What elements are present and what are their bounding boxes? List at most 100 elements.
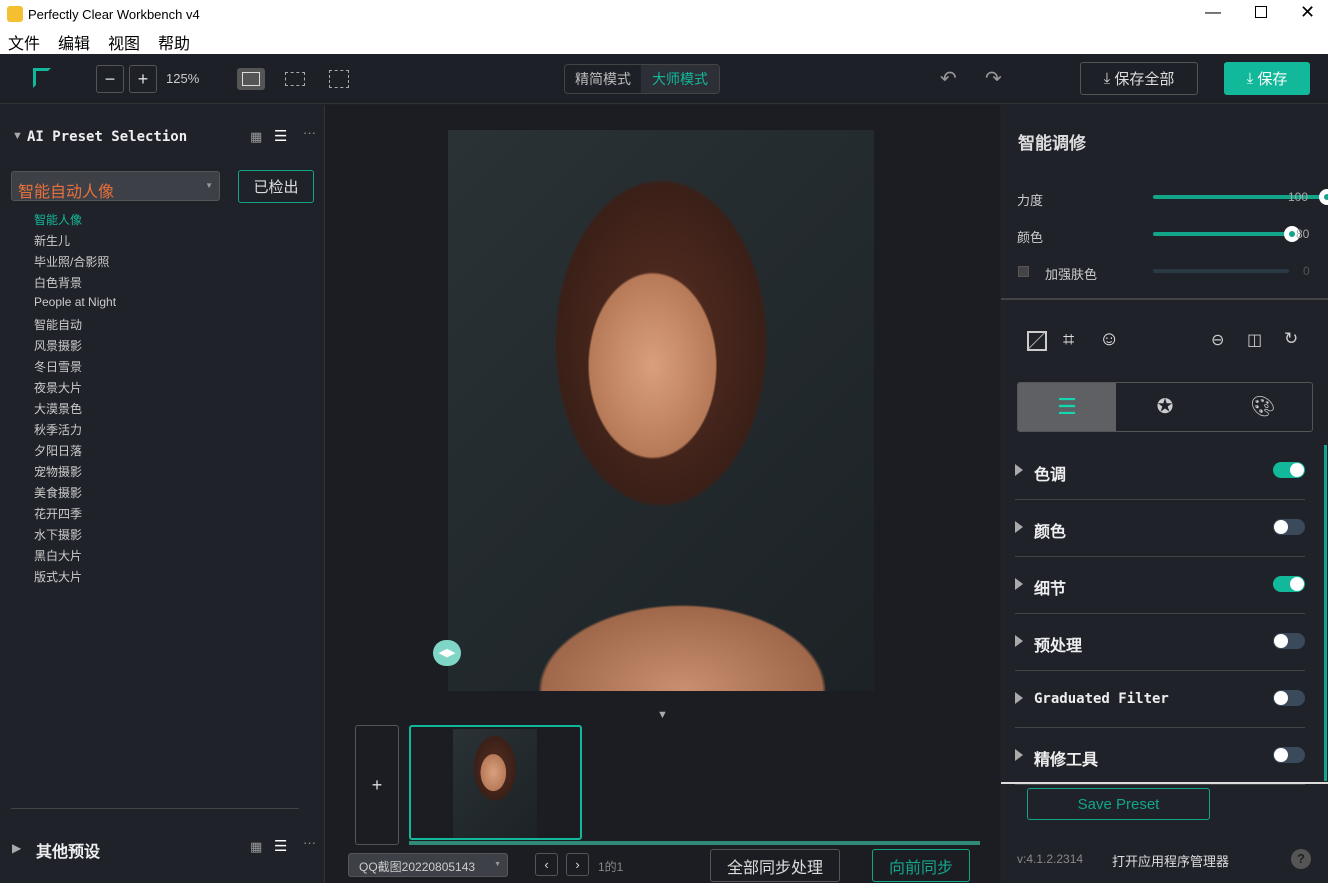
section-4[interactable]: Graduated Filter [1015, 671, 1305, 728]
skin-checkbox[interactable] [1018, 266, 1029, 277]
zoom-out-button[interactable]: − [96, 65, 124, 93]
preset-item[interactable]: 水下摄影 [34, 526, 82, 543]
menu-view[interactable]: 视图 [108, 36, 140, 53]
section-toggle[interactable] [1273, 747, 1305, 763]
help-icon[interactable]: ? [1291, 849, 1311, 869]
curves-icon[interactable] [1027, 331, 1047, 351]
sync-forward-button[interactable]: 向前同步 [872, 849, 970, 882]
preset-item[interactable]: 大漠景色 [34, 400, 82, 417]
section-5[interactable]: 精修工具 [1015, 728, 1305, 785]
preset-item[interactable]: 夕阳日落 [34, 442, 82, 459]
ai-effects-tab[interactable]: ✪ [1116, 383, 1214, 431]
preset-item[interactable]: 智能自动 [34, 316, 82, 333]
preset-item[interactable]: 冬日雪景 [34, 358, 82, 375]
preset-item[interactable]: 版式大片 [34, 568, 82, 585]
slider-knob[interactable] [1319, 189, 1328, 205]
section-label: 预处理 [1034, 638, 1083, 655]
zoom-in-button[interactable]: + [129, 65, 157, 93]
preset-item[interactable]: 智能人像 [34, 211, 82, 228]
simple-mode-tab[interactable]: 精简模式 [565, 65, 641, 93]
section-label: 色调 [1034, 467, 1067, 484]
split-view-icon[interactable] [285, 72, 305, 86]
left-panel: ▼ AI Preset Selection ▦ ☰ ··· 智能自动人像 ▼ 已检… [0, 105, 325, 883]
menu-edit[interactable]: 编辑 [58, 36, 90, 53]
add-image-button[interactable]: + [355, 725, 399, 845]
preset-item[interactable]: 宠物摄影 [34, 463, 82, 480]
master-mode-tab[interactable]: 大师模式 [641, 65, 719, 93]
slider-track[interactable] [1153, 226, 1301, 242]
toolbar: − + 125% 精简模式 大师模式 ↶ ↷ ⤓ 保存全部 ⤓ 保存 [0, 54, 1328, 104]
other-presets-title: 其他预设 [36, 844, 101, 861]
app-manager-link[interactable]: 打开应用程序管理器 [1112, 851, 1229, 870]
preset-item[interactable]: 毕业照/合影照 [34, 253, 109, 270]
file-select[interactable]: QQ截图20220805143 ▼ [348, 853, 508, 877]
section-2[interactable]: 细节 [1015, 557, 1305, 614]
prev-page-button[interactable]: ‹ [535, 853, 558, 876]
slider-fill [1153, 232, 1293, 236]
save-button[interactable]: ⤓ 保存 [1224, 62, 1310, 95]
preset-item[interactable]: 新生儿 [34, 232, 70, 249]
preset-item[interactable]: 秋季活力 [34, 421, 82, 438]
grid-view-icon[interactable]: ▦ [250, 129, 262, 145]
slider-label: 力度 [1017, 193, 1044, 208]
adjustments-tab[interactable]: ☰ [1018, 383, 1116, 431]
filmstrip-scrollbar[interactable] [409, 841, 980, 845]
crop-icon[interactable]: ⌗ [1063, 329, 1074, 352]
minimize-button[interactable]: — [1205, 4, 1221, 22]
preset-item[interactable]: 白色背景 [34, 274, 82, 291]
maximize-button[interactable] [1255, 6, 1267, 18]
preset-item[interactable]: 黑白大片 [34, 547, 82, 564]
single-view-button[interactable] [237, 68, 265, 90]
divider [11, 808, 299, 809]
compare-slider-handle[interactable]: ◀▶ [433, 640, 461, 666]
flip-horizontal-icon[interactable]: ◫ [1247, 330, 1262, 350]
collapse-filmstrip-icon[interactable]: ▼ [657, 709, 668, 721]
section-toggle[interactable] [1273, 519, 1305, 535]
section-toggle[interactable] [1273, 690, 1305, 706]
preset-item[interactable]: 美食摄影 [34, 484, 82, 501]
face-icon[interactable]: ☺ [1099, 328, 1119, 351]
expand-triangle-icon[interactable]: ▶ [12, 841, 21, 855]
preset-item[interactable]: 花开四季 [34, 505, 82, 522]
list-view-icon[interactable]: ☰ [274, 127, 287, 145]
section-1[interactable]: 颜色 [1015, 500, 1305, 557]
main-photo[interactable] [448, 130, 874, 691]
more-icon[interactable]: ··· [303, 835, 316, 850]
more-icon[interactable]: ··· [303, 125, 316, 140]
section-toggle[interactable] [1273, 462, 1305, 478]
section-label: 细节 [1034, 581, 1067, 598]
section-toggle[interactable] [1273, 633, 1305, 649]
compare-view-icon[interactable] [329, 70, 349, 88]
checked-out-button[interactable]: 已检出 [238, 170, 314, 203]
collapse-triangle-icon[interactable]: ▼ [12, 130, 23, 142]
app-logo-icon [7, 6, 23, 22]
canvas-area: ◀▶ ▼ + QQ截图20220805143 ▼ ‹ › 1的1 全部同步处理 向… [325, 105, 1000, 883]
thumbnail[interactable] [409, 725, 582, 840]
undo-icon[interactable]: ↶ [940, 66, 957, 91]
list-view-icon[interactable]: ☰ [274, 837, 287, 855]
menu-file[interactable]: 文件 [8, 36, 40, 53]
sync-all-button[interactable]: 全部同步处理 [710, 849, 840, 882]
preset-item[interactable]: 夜景大片 [34, 379, 82, 396]
save-preset-button[interactable]: Save Preset [1027, 788, 1210, 820]
grid-view-icon[interactable]: ▦ [250, 839, 262, 855]
menu-help[interactable]: 帮助 [158, 36, 190, 53]
section-3[interactable]: 预处理 [1015, 614, 1305, 671]
scrollbar[interactable] [1324, 445, 1327, 781]
slider-track[interactable] [1153, 189, 1328, 205]
preset-item[interactable]: 风景摄影 [34, 337, 82, 354]
close-button[interactable]: ✕ [1300, 2, 1315, 23]
next-page-button[interactable]: › [566, 853, 589, 876]
save-all-button[interactable]: ⤓ 保存全部 [1080, 62, 1198, 95]
section-toggle[interactable] [1273, 576, 1305, 592]
flip-vertical-icon[interactable]: ⊖ [1211, 330, 1224, 350]
preset-select[interactable]: 智能自动人像 ▼ [11, 171, 220, 201]
looks-tab[interactable]: 🎨︎ [1214, 383, 1312, 431]
section-0[interactable]: 色调 [1015, 443, 1305, 500]
redo-icon[interactable]: ↷ [985, 66, 1002, 91]
section-label: 颜色 [1034, 524, 1067, 541]
rotate-icon[interactable]: ↻ [1284, 329, 1298, 349]
preset-item[interactable]: People at Night [34, 295, 116, 309]
thumbnail-image [453, 729, 537, 838]
slider-track[interactable] [1153, 269, 1289, 273]
